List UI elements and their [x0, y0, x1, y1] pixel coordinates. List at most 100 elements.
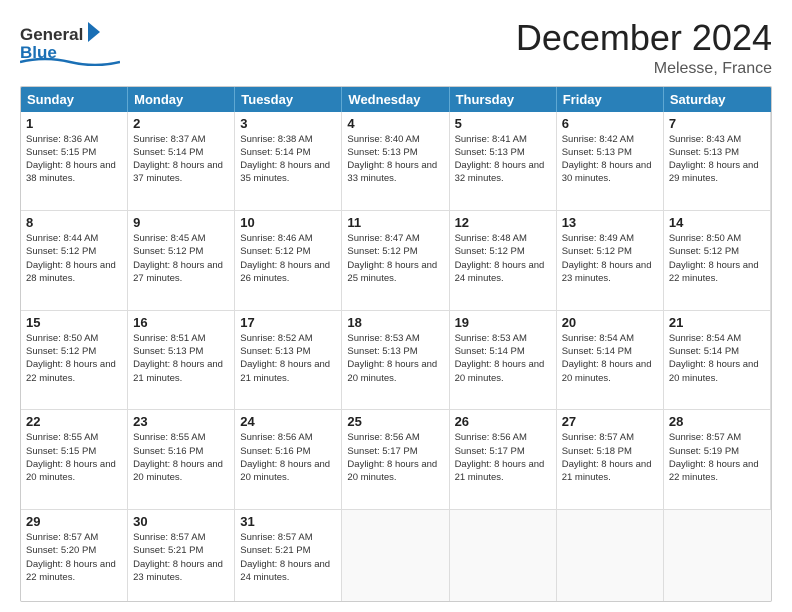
day-number: 21 [669, 315, 765, 330]
day-info: Sunrise: 8:42 AM Sunset: 5:13 PM Dayligh… [562, 133, 658, 186]
day-number: 4 [347, 116, 443, 131]
day-info: Sunrise: 8:51 AM Sunset: 5:13 PM Dayligh… [133, 332, 229, 385]
calendar-cell: 10 Sunrise: 8:46 AM Sunset: 5:12 PM Dayli… [235, 211, 342, 311]
title-block: December 2024 Melesse, France [516, 18, 772, 78]
day-number: 13 [562, 215, 658, 230]
day-info: Sunrise: 8:57 AM Sunset: 5:21 PM Dayligh… [240, 531, 336, 584]
day-info: Sunrise: 8:53 AM Sunset: 5:14 PM Dayligh… [455, 332, 551, 385]
day-number: 17 [240, 315, 336, 330]
day-number: 29 [26, 514, 122, 529]
day-number: 28 [669, 414, 765, 429]
day-number: 16 [133, 315, 229, 330]
calendar-cell: 29 Sunrise: 8:57 AM Sunset: 5:20 PM Dayli… [21, 510, 128, 602]
day-info: Sunrise: 8:38 AM Sunset: 5:14 PM Dayligh… [240, 133, 336, 186]
calendar-cell: 16 Sunrise: 8:51 AM Sunset: 5:13 PM Dayli… [128, 311, 235, 411]
day-number: 31 [240, 514, 336, 529]
day-number: 27 [562, 414, 658, 429]
day-info: Sunrise: 8:55 AM Sunset: 5:16 PM Dayligh… [133, 431, 229, 484]
header-day-monday: Monday [128, 87, 235, 112]
page: General Blue December 2024 Melesse, Fran… [0, 0, 792, 612]
calendar-body: 1Sunrise: 8:36 AM Sunset: 5:15 PM Daylig… [21, 112, 771, 602]
header-day-tuesday: Tuesday [235, 87, 342, 112]
day-number: 26 [455, 414, 551, 429]
day-info: Sunrise: 8:56 AM Sunset: 5:16 PM Dayligh… [240, 431, 336, 484]
calendar-cell: 27 Sunrise: 8:57 AM Sunset: 5:18 PM Dayli… [557, 410, 664, 510]
logo: General Blue [20, 18, 120, 66]
calendar-cell: 31 Sunrise: 8:57 AM Sunset: 5:21 PM Dayli… [235, 510, 342, 602]
calendar-cell [450, 510, 557, 602]
calendar-cell: 1Sunrise: 8:36 AM Sunset: 5:15 PM Daylig… [21, 112, 128, 212]
header-day-friday: Friday [557, 87, 664, 112]
day-number: 6 [562, 116, 658, 131]
day-info: Sunrise: 8:57 AM Sunset: 5:21 PM Dayligh… [133, 531, 229, 584]
logo-svg: General Blue [20, 18, 120, 66]
day-info: Sunrise: 8:56 AM Sunset: 5:17 PM Dayligh… [455, 431, 551, 484]
day-info: Sunrise: 8:53 AM Sunset: 5:13 PM Dayligh… [347, 332, 443, 385]
day-info: Sunrise: 8:49 AM Sunset: 5:12 PM Dayligh… [562, 232, 658, 285]
day-number: 8 [26, 215, 122, 230]
calendar-cell: 17 Sunrise: 8:52 AM Sunset: 5:13 PM Dayli… [235, 311, 342, 411]
day-number: 20 [562, 315, 658, 330]
day-number: 22 [26, 414, 122, 429]
day-number: 11 [347, 215, 443, 230]
day-info: Sunrise: 8:44 AM Sunset: 5:12 PM Dayligh… [26, 232, 122, 285]
day-number: 24 [240, 414, 336, 429]
header-day-saturday: Saturday [664, 87, 771, 112]
day-info: Sunrise: 8:54 AM Sunset: 5:14 PM Dayligh… [562, 332, 658, 385]
day-info: Sunrise: 8:52 AM Sunset: 5:13 PM Dayligh… [240, 332, 336, 385]
calendar-cell: 26 Sunrise: 8:56 AM Sunset: 5:17 PM Dayli… [450, 410, 557, 510]
day-info: Sunrise: 8:48 AM Sunset: 5:12 PM Dayligh… [455, 232, 551, 285]
day-info: Sunrise: 8:50 AM Sunset: 5:12 PM Dayligh… [669, 232, 765, 285]
day-number: 5 [455, 116, 551, 131]
calendar-cell [557, 510, 664, 602]
calendar-cell: 19Sunrise: 8:53 AM Sunset: 5:14 PM Dayli… [450, 311, 557, 411]
day-number: 3 [240, 116, 336, 131]
day-number: 12 [455, 215, 551, 230]
calendar-cell: 12 Sunrise: 8:48 AM Sunset: 5:12 PM Dayli… [450, 211, 557, 311]
day-info: Sunrise: 8:37 AM Sunset: 5:14 PM Dayligh… [133, 133, 229, 186]
day-info: Sunrise: 8:57 AM Sunset: 5:19 PM Dayligh… [669, 431, 765, 484]
month-title: December 2024 [516, 18, 772, 58]
day-number: 15 [26, 315, 122, 330]
calendar-header: SundayMondayTuesdayWednesdayThursdayFrid… [21, 87, 771, 112]
calendar-cell: 15 Sunrise: 8:50 AM Sunset: 5:12 PM Dayli… [21, 311, 128, 411]
svg-text:General: General [20, 25, 83, 44]
day-info: Sunrise: 8:41 AM Sunset: 5:13 PM Dayligh… [455, 133, 551, 186]
day-info: Sunrise: 8:57 AM Sunset: 5:20 PM Dayligh… [26, 531, 122, 584]
day-info: Sunrise: 8:46 AM Sunset: 5:12 PM Dayligh… [240, 232, 336, 285]
day-info: Sunrise: 8:40 AM Sunset: 5:13 PM Dayligh… [347, 133, 443, 186]
calendar-cell: 23Sunrise: 8:55 AM Sunset: 5:16 PM Dayli… [128, 410, 235, 510]
day-number: 30 [133, 514, 229, 529]
day-number: 2 [133, 116, 229, 131]
calendar-cell: 30 Sunrise: 8:57 AM Sunset: 5:21 PM Dayli… [128, 510, 235, 602]
calendar-cell: 21 Sunrise: 8:54 AM Sunset: 5:14 PM Dayli… [664, 311, 771, 411]
calendar-cell [342, 510, 449, 602]
day-number: 14 [669, 215, 765, 230]
calendar-cell: 14 Sunrise: 8:50 AM Sunset: 5:12 PM Dayli… [664, 211, 771, 311]
day-info: Sunrise: 8:47 AM Sunset: 5:12 PM Dayligh… [347, 232, 443, 285]
location: Melesse, France [516, 60, 772, 78]
calendar-cell: 18Sunrise: 8:53 AM Sunset: 5:13 PM Dayli… [342, 311, 449, 411]
day-info: Sunrise: 8:56 AM Sunset: 5:17 PM Dayligh… [347, 431, 443, 484]
header-day-thursday: Thursday [450, 87, 557, 112]
day-number: 25 [347, 414, 443, 429]
calendar-cell: 24 Sunrise: 8:56 AM Sunset: 5:16 PM Dayli… [235, 410, 342, 510]
day-info: Sunrise: 8:43 AM Sunset: 5:13 PM Dayligh… [669, 133, 765, 186]
calendar-cell: 3 Sunrise: 8:38 AM Sunset: 5:14 PM Daylig… [235, 112, 342, 212]
calendar-cell: 6 Sunrise: 8:42 AM Sunset: 5:13 PM Daylig… [557, 112, 664, 212]
calendar-cell: 11 Sunrise: 8:47 AM Sunset: 5:12 PM Dayli… [342, 211, 449, 311]
calendar-cell: 7 Sunrise: 8:43 AM Sunset: 5:13 PM Daylig… [664, 112, 771, 212]
day-number: 10 [240, 215, 336, 230]
day-info: Sunrise: 8:54 AM Sunset: 5:14 PM Dayligh… [669, 332, 765, 385]
calendar-cell: 28 Sunrise: 8:57 AM Sunset: 5:19 PM Dayli… [664, 410, 771, 510]
calendar-cell [664, 510, 771, 602]
calendar-cell: 8 Sunrise: 8:44 AM Sunset: 5:12 PM Daylig… [21, 211, 128, 311]
day-info: Sunrise: 8:57 AM Sunset: 5:18 PM Dayligh… [562, 431, 658, 484]
day-number: 9 [133, 215, 229, 230]
calendar: SundayMondayTuesdayWednesdayThursdayFrid… [20, 86, 772, 602]
day-info: Sunrise: 8:50 AM Sunset: 5:12 PM Dayligh… [26, 332, 122, 385]
calendar-cell: 13 Sunrise: 8:49 AM Sunset: 5:12 PM Dayli… [557, 211, 664, 311]
day-info: Sunrise: 8:36 AM Sunset: 5:15 PM Dayligh… [26, 133, 122, 186]
day-number: 7 [669, 116, 765, 131]
header: General Blue December 2024 Melesse, Fran… [20, 18, 772, 78]
